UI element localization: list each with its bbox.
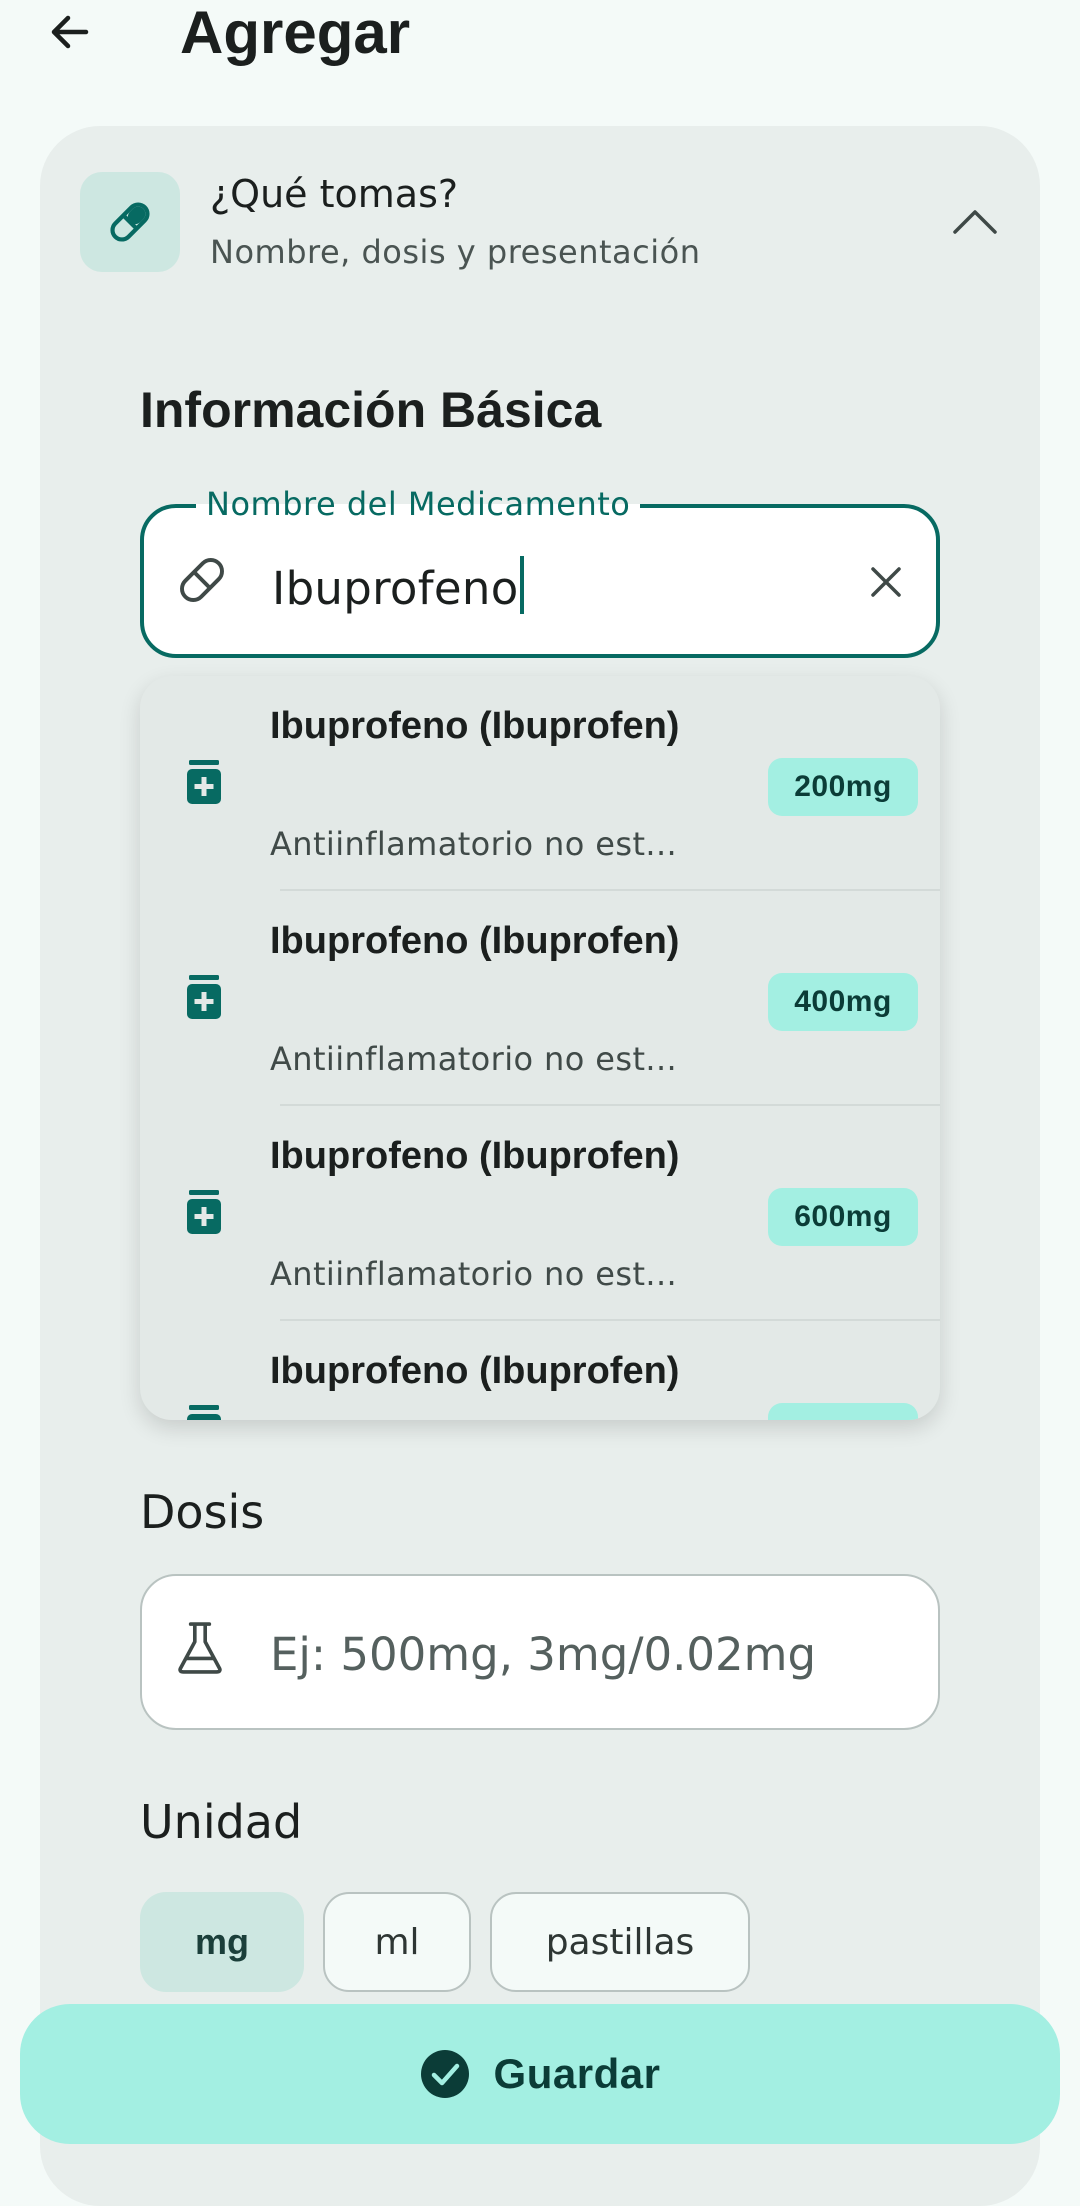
text-caret <box>519 556 524 614</box>
medicine-bottle-icon <box>187 975 221 1019</box>
suggestion-item[interactable]: Ibuprofeno (Ibuprofen) Antiinflamatorio … <box>140 676 940 891</box>
arrow-left-icon <box>51 15 89 49</box>
dose-badge: 200mg <box>768 758 918 816</box>
suggestion-description: Antiinflamatorio no est... <box>270 1040 678 1078</box>
suggestion-name: Ibuprofeno (Ibuprofen) <box>270 1135 680 1177</box>
medicine-bottle-icon <box>187 760 221 804</box>
save-button-label: Guardar <box>493 2050 661 2097</box>
flask-icon <box>172 1620 228 1676</box>
app-bar: Agregar <box>0 0 1080 90</box>
pill-outline-icon <box>174 552 230 608</box>
pill-icon <box>110 202 150 242</box>
medication-name-field[interactable]: Nombre del Medicamento Ibuprofeno <box>140 482 940 658</box>
dose-badge: 400mg <box>768 973 918 1031</box>
suggestion-item[interactable]: Ibuprofeno (Ibuprofen) <box>140 1321 940 1420</box>
section-subtitle: Nombre, dosis y presentación <box>210 233 701 271</box>
check-circle-icon <box>420 2050 469 2098</box>
collapse-button[interactable] <box>940 186 1010 256</box>
close-icon <box>871 567 901 597</box>
suggestion-name: Ibuprofeno (Ibuprofen) <box>270 1350 680 1392</box>
section-title: ¿Qué tomas? <box>210 172 459 216</box>
page-title: Agregar <box>180 0 411 66</box>
unit-chip-mg[interactable]: mg <box>140 1892 304 1992</box>
save-button[interactable]: Guardar <box>20 2004 1060 2144</box>
clear-button[interactable] <box>856 552 916 612</box>
dose-badge: 600mg <box>768 1188 918 1246</box>
medicine-bottle-icon <box>187 1190 221 1234</box>
dose-label: Dosis <box>140 1485 265 1539</box>
medication-name-input[interactable]: Ibuprofeno <box>272 556 524 617</box>
medicine-bottle-icon <box>187 1405 221 1420</box>
basic-info-title: Información Básica <box>140 382 602 438</box>
dose-input[interactable] <box>270 1622 910 1686</box>
suggestion-item[interactable]: Ibuprofeno (Ibuprofen) Antiinflamatorio … <box>140 1106 940 1321</box>
unit-chip-pastillas[interactable]: pastillas <box>490 1892 750 1992</box>
section-icon-container <box>80 172 180 272</box>
dose-badge <box>768 1403 918 1420</box>
dose-field[interactable] <box>140 1574 940 1730</box>
back-button[interactable] <box>40 4 100 60</box>
suggestion-description: Antiinflamatorio no est... <box>270 825 678 863</box>
suggestion-name: Ibuprofeno (Ibuprofen) <box>270 705 680 747</box>
suggestion-description: Antiinflamatorio no est... <box>270 1255 678 1293</box>
suggestions-dropdown[interactable]: Ibuprofeno (Ibuprofen) Antiinflamatorio … <box>140 676 940 1420</box>
unit-label: Unidad <box>140 1795 303 1849</box>
suggestion-name: Ibuprofeno (Ibuprofen) <box>270 920 680 962</box>
medication-name-label: Nombre del Medicamento <box>196 482 641 526</box>
suggestion-item[interactable]: Ibuprofeno (Ibuprofen) Antiinflamatorio … <box>140 891 940 1106</box>
unit-chip-ml[interactable]: ml <box>323 1892 471 1992</box>
chevron-up-icon <box>953 210 997 234</box>
